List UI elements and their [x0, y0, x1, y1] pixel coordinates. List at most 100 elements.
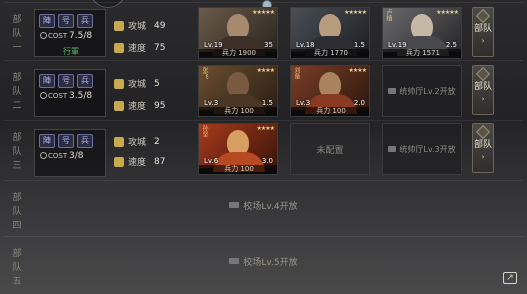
cost-icon	[40, 32, 47, 39]
general-name-tag: 卢植	[385, 9, 392, 21]
row-label: 部队三	[12, 133, 22, 171]
row-label: 部队五	[12, 249, 22, 287]
side-button-label: 部队	[473, 24, 492, 34]
lock-icon	[388, 146, 397, 152]
unlock-requirement: 校场Lv.5开放	[243, 258, 298, 268]
general-slot-1[interactable]: 孙坚 ★★★★ Lv.6 3.0 兵力 100	[198, 123, 278, 175]
speed-metric: 速度 87	[114, 155, 165, 168]
status-text: 行軍	[63, 47, 79, 56]
row-label: 部队二	[12, 73, 22, 111]
cost-label: COST	[40, 152, 67, 160]
troop-count: 兵力 1900	[199, 49, 277, 58]
general-cost: 3.0	[261, 157, 273, 165]
speed-value: 95	[154, 100, 166, 111]
troop-count: 兵力 100	[199, 165, 277, 174]
troop-stat-panel[interactable]: 陣 号 兵 COST 3.5/8	[34, 69, 106, 117]
lock-icon	[229, 202, 240, 208]
troop-side-button[interactable]: 部队 ›	[472, 7, 494, 57]
troop-stat-panel[interactable]: 陣 号 兵 COST 3/8	[34, 129, 106, 177]
locked-row-message: 校场Lv.4开放	[4, 199, 523, 212]
general-level: Lv.18	[296, 41, 315, 49]
general-slot-2[interactable]: 刘备 ★★★★ Lv.3 2.0 兵力 100	[290, 65, 370, 117]
troop-row-4: 部队四 校场Lv.4开放	[4, 180, 523, 236]
troop-side-button[interactable]: 部队 ›	[472, 65, 494, 115]
general-cost: 2.0	[353, 99, 365, 107]
star-rating: ★★★★★	[344, 9, 367, 16]
troop-stat-panel[interactable]: 陣 号 兵 COST 7.5/8 行軍	[34, 9, 106, 57]
lock-icon	[388, 88, 397, 94]
troop-row-1: 部队一 陣 号 兵 COST 7.5/8 行軍 攻城 49 速度 75 ★★★★…	[4, 2, 523, 60]
speed-label: 速度	[128, 102, 147, 112]
troop-row-3: 部队三 陣 号 兵 COST 3/8 攻城 2 速度 87 孙坚 ★★★★ Lv…	[4, 120, 523, 180]
formation-badge: 陣	[39, 74, 55, 88]
cost-value: 3/8	[69, 151, 84, 161]
cost-icon	[40, 92, 47, 99]
signal-badge: 号	[58, 134, 74, 148]
unassigned-label: 未配置	[316, 145, 344, 156]
speed-label: 速度	[128, 158, 147, 168]
signal-badge: 号	[58, 74, 74, 88]
cost-value: 3.5/8	[69, 91, 93, 101]
unlock-requirement: 统帅厅Lv.2开放	[399, 86, 456, 96]
general-slot-3[interactable]: 卢植 ★★★★★ Lv.19 2.5 兵力 1571	[382, 7, 462, 59]
siege-metric: 攻城 2	[114, 135, 160, 148]
chevron-right-icon: ›	[481, 153, 485, 161]
troop-count: 兵力 1571	[383, 49, 461, 58]
general-cost: 1.5	[261, 99, 273, 107]
star-rating: ★★★★	[256, 125, 274, 132]
cost-label: COST	[40, 32, 67, 40]
soldier-badge: 兵	[77, 134, 93, 148]
row-label: 部队四	[12, 193, 22, 231]
troop-count: 兵力 100	[199, 107, 277, 116]
chevron-right-icon: ›	[481, 95, 485, 103]
side-button-label: 部队	[473, 140, 492, 150]
share-icon[interactable]: ↗	[503, 272, 517, 284]
general-name-tag: 刘备	[293, 67, 300, 79]
speed-value: 87	[154, 156, 166, 167]
general-level: Lv.19	[204, 41, 223, 49]
speed-icon	[114, 100, 124, 111]
diamond-icon	[475, 124, 491, 140]
siege-label: 攻城	[128, 138, 147, 148]
general-slot-1[interactable]: 张飞 ★★★★ Lv.3 1.5 兵力 100	[198, 65, 278, 117]
soldier-badge: 兵	[77, 14, 93, 28]
star-rating: ★★★★★	[252, 9, 275, 16]
cost-value: 7.5/8	[69, 31, 93, 41]
speed-label: 速度	[128, 44, 147, 54]
row-label: 部队一	[12, 15, 22, 53]
star-rating: ★★★★	[256, 67, 274, 74]
empty-general-slot[interactable]: 未配置	[290, 123, 370, 175]
general-name-tag: 张飞	[201, 67, 208, 79]
formation-badge: 陣	[39, 134, 55, 148]
troop-count: 兵力 100	[291, 107, 369, 116]
general-cost: 35	[264, 41, 273, 49]
general-slot-1[interactable]: ★★★★★ Lv.19 35 兵力 1900	[198, 7, 278, 59]
general-level: Lv.3	[296, 99, 311, 107]
siege-value: 2	[154, 136, 160, 147]
cost-icon	[40, 152, 47, 159]
siege-label: 攻城	[128, 22, 147, 32]
general-level: Lv.3	[204, 99, 219, 107]
speed-value: 75	[154, 42, 166, 53]
general-slot-2[interactable]: ★★★★★ Lv.18 1.5 兵力 1770	[290, 7, 370, 59]
troop-side-button[interactable]: 部队 ›	[472, 123, 494, 173]
siege-icon	[114, 78, 124, 89]
chevron-right-icon: ›	[481, 37, 485, 45]
troop-count: 兵力 1770	[291, 49, 369, 58]
unlock-requirement: 统帅厅Lv.3开放	[399, 144, 456, 154]
siege-label: 攻城	[128, 80, 147, 90]
general-cost: 1.5	[353, 41, 365, 49]
siege-metric: 攻城 5	[114, 77, 160, 90]
unlock-requirement: 校场Lv.4开放	[243, 202, 298, 212]
speed-icon	[114, 42, 124, 53]
locked-general-slot: 统帅厅Lv.2开放	[382, 65, 462, 117]
troop-row-5: 部队五 校场Lv.5开放	[4, 236, 523, 294]
siege-icon	[114, 136, 124, 147]
general-name-tag: 孙坚	[201, 125, 208, 137]
lock-icon	[229, 258, 240, 264]
star-rating: ★★★★★	[436, 9, 459, 16]
speed-metric: 速度 75	[114, 41, 165, 54]
general-level: Lv.19	[388, 41, 407, 49]
diamond-icon	[475, 66, 491, 82]
siege-value: 49	[154, 20, 166, 31]
